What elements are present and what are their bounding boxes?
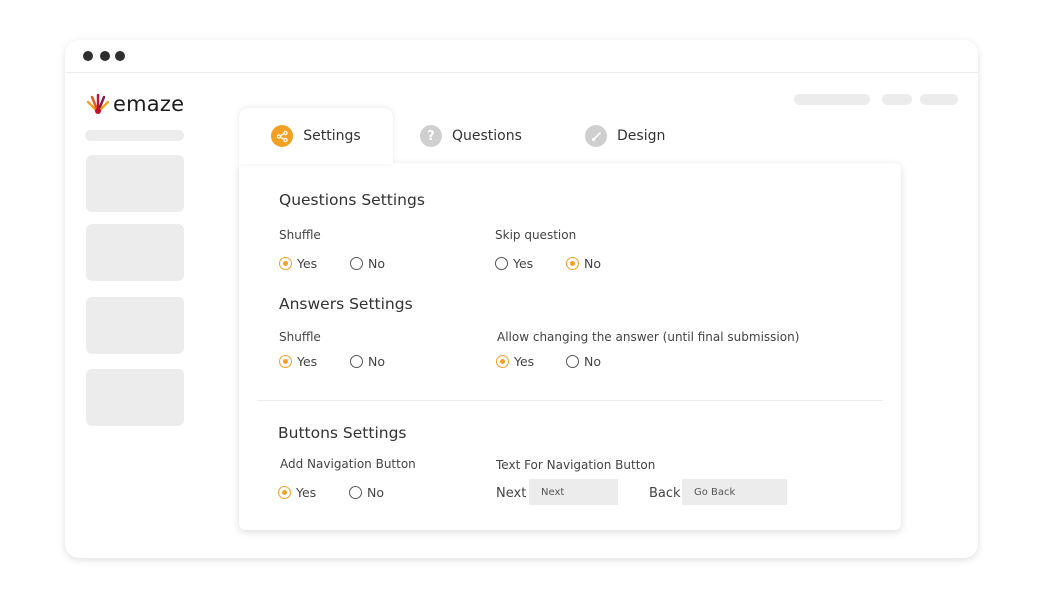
allow-change-label: Allow changing the answer (until final s…	[497, 330, 800, 344]
add-navigation-label: Add Navigation Button	[280, 457, 416, 471]
radio-label: Yes	[297, 256, 318, 271]
radio-checked-icon	[496, 355, 509, 368]
tab-questions-label: Questions	[452, 128, 522, 144]
radio-unchecked-icon	[350, 257, 363, 270]
answers-shuffle-label: Shuffle	[279, 330, 321, 344]
allow-change-yes-radio[interactable]: Yes	[496, 354, 534, 369]
radio-label: Yes	[296, 485, 317, 500]
radio-checked-icon	[566, 257, 579, 270]
questions-shuffle-label: Shuffle	[279, 228, 321, 242]
next-label: Next	[496, 486, 527, 501]
tab-design-label: Design	[617, 128, 666, 144]
next-text-input[interactable]	[529, 479, 618, 505]
tab-settings[interactable]: Settings	[239, 108, 393, 164]
answers-shuffle-yes-radio[interactable]: Yes	[279, 354, 317, 369]
header-skeleton-bar	[794, 94, 870, 105]
share-icon	[271, 125, 294, 147]
skip-question-label: Skip question	[495, 228, 577, 242]
sidebar-skeleton-card	[86, 224, 184, 281]
tab-design[interactable]: Design	[585, 108, 665, 164]
answers-settings-title: Answers Settings	[279, 295, 413, 313]
radio-label: No	[368, 354, 385, 369]
radio-label: No	[368, 256, 385, 271]
header-skeleton-bar	[920, 94, 958, 105]
add-navigation-no-radio[interactable]: No	[349, 485, 384, 500]
logo-text: emaze	[113, 92, 185, 116]
questions-shuffle-yes-radio[interactable]: Yes	[279, 256, 317, 271]
radio-unchecked-icon	[495, 257, 508, 270]
radio-checked-icon	[278, 486, 291, 499]
radio-label: No	[367, 485, 384, 500]
title-bar	[65, 40, 978, 73]
radio-label: Yes	[514, 354, 535, 369]
back-label: Back	[649, 486, 681, 501]
questions-settings-title: Questions Settings	[279, 191, 425, 209]
buttons-settings-title: Buttons Settings	[278, 424, 407, 442]
sidebar-skeleton-card	[86, 155, 184, 212]
browser-window: emaze Settings ? Questions Design Questi…	[65, 40, 978, 558]
sidebar-skeleton-card	[86, 297, 184, 354]
allow-change-no-radio[interactable]: No	[566, 354, 601, 369]
nav-text-label: Text For Navigation Button	[496, 458, 656, 472]
settings-panel: Questions Settings Shuffle Yes No Skip q…	[239, 163, 901, 530]
radio-unchecked-icon	[350, 355, 363, 368]
answers-shuffle-no-radio[interactable]: No	[350, 354, 385, 369]
sidebar-skeleton-bar	[85, 130, 184, 141]
radio-checked-icon	[279, 257, 292, 270]
add-navigation-yes-radio[interactable]: Yes	[278, 485, 316, 500]
header-skeleton-bar	[882, 94, 912, 105]
radio-checked-icon	[279, 355, 292, 368]
question-icon: ?	[420, 125, 442, 147]
section-divider	[257, 400, 883, 401]
radio-unchecked-icon	[566, 355, 579, 368]
radio-label: Yes	[297, 354, 318, 369]
skip-question-yes-radio[interactable]: Yes	[495, 256, 533, 271]
questions-shuffle-no-radio[interactable]: No	[350, 256, 385, 271]
peacock-logo-icon	[86, 93, 110, 114]
emaze-logo[interactable]: emaze	[85, 92, 184, 116]
sidebar-skeleton-card	[86, 369, 184, 426]
brush-icon	[585, 125, 607, 147]
back-text-input[interactable]	[682, 479, 787, 505]
window-dot-icon	[83, 51, 93, 61]
tab-questions[interactable]: ? Questions	[420, 108, 522, 164]
radio-label: No	[584, 354, 601, 369]
tab-settings-label: Settings	[303, 128, 361, 144]
radio-label: Yes	[513, 256, 534, 271]
radio-unchecked-icon	[349, 486, 362, 499]
radio-label: No	[584, 256, 601, 271]
window-dot-icon	[100, 51, 110, 61]
window-dot-icon	[115, 51, 125, 61]
skip-question-no-radio[interactable]: No	[566, 256, 601, 271]
